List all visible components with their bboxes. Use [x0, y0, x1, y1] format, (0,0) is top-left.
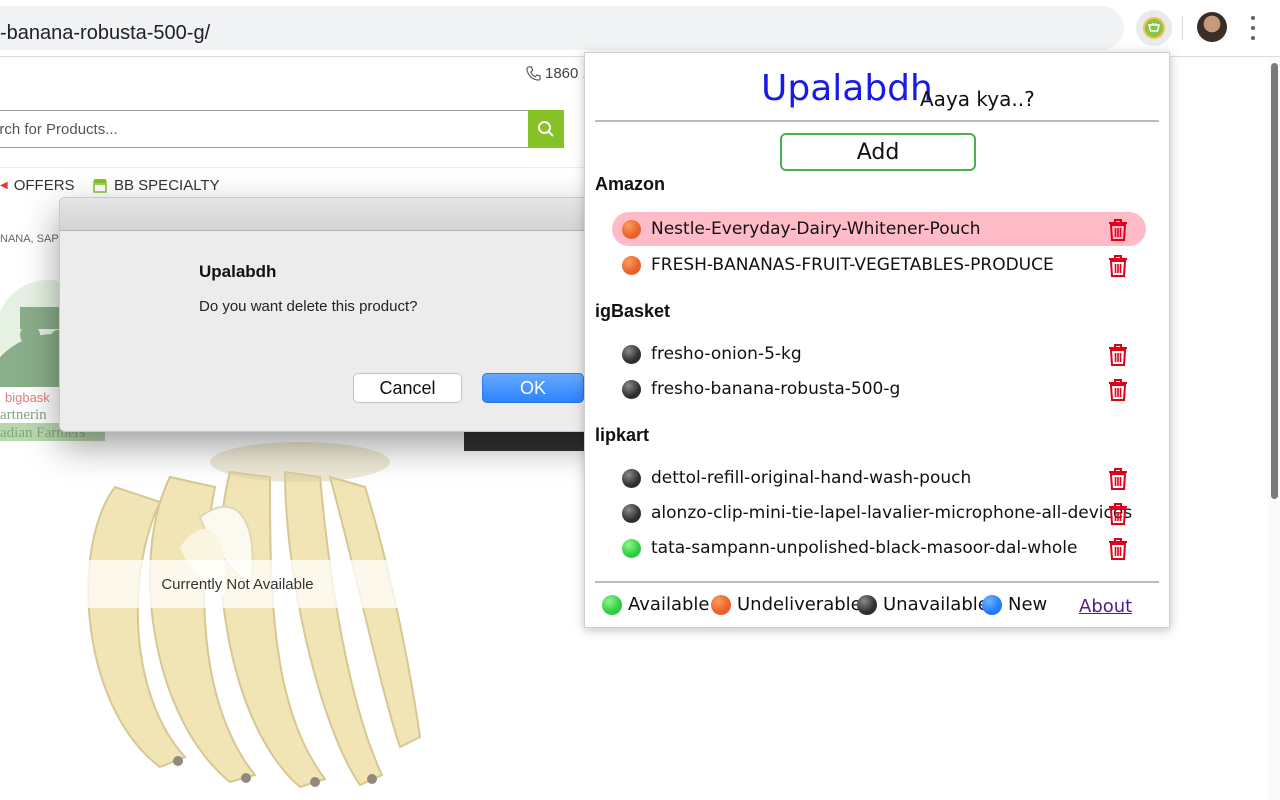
product-label[interactable]: Nestle-Everyday-Dairy-Whitener-Pouch [651, 219, 981, 239]
group-title-flipkart: lipkart [595, 425, 650, 445]
availability-text: Currently Not Available [161, 575, 314, 593]
profile-avatar[interactable] [1197, 12, 1227, 42]
status-unavailable-icon [622, 504, 641, 523]
dialog-message: Do you want delete this product? [199, 298, 418, 315]
product-item[interactable]: fresho-onion-5-kg [612, 337, 1146, 371]
trash-icon[interactable] [1107, 218, 1129, 242]
logo-line-1: artnerin [0, 407, 47, 423]
available-dot-icon [602, 594, 622, 615]
trash-icon[interactable] [1107, 378, 1129, 402]
popup-divider-top [595, 120, 1159, 122]
basket-icon [1143, 17, 1165, 39]
site-search-placeholder: arch for Products... [0, 121, 118, 138]
upalabdh-popup: Upalabdh Aaya kya..? Add Amazon Nestle-E… [584, 52, 1170, 628]
upalabdh-extension-button[interactable] [1136, 10, 1172, 46]
product-item[interactable]: alonzo-clip-mini-tie-lapel-lavalier-micr… [612, 496, 1146, 530]
about-link[interactable]: About [1079, 596, 1132, 617]
legend-undeliverable-label: Undeliverable [737, 594, 862, 615]
nav-bb-specialty-label: BB SPECIALTY [114, 177, 220, 194]
new-dot-icon [982, 594, 1002, 615]
hidden-page-button [464, 430, 586, 451]
availability-banner: Currently Not Available [30, 560, 445, 608]
legend-new-label: New [1008, 594, 1048, 615]
product-label[interactable]: dettol-refill-original-hand-wash-pouch [651, 468, 971, 488]
product-label[interactable]: alonzo-clip-mini-tie-lapel-lavalier-micr… [651, 503, 1132, 523]
dialog-titlebar[interactable] [60, 198, 610, 231]
product-label[interactable]: fresho-banana-robusta-500-g [651, 379, 900, 399]
dialog-title: Upalabdh [199, 262, 277, 281]
popup-divider-bottom [595, 581, 1159, 583]
status-available-icon [622, 539, 641, 558]
trash-icon[interactable] [1107, 467, 1129, 491]
ok-button[interactable]: OK [482, 373, 584, 403]
status-unavailable-icon [622, 380, 641, 399]
legend-available: Available [602, 594, 709, 615]
phone-icon [526, 66, 541, 81]
nav-bb-specialty[interactable]: BB SPECIALTY [92, 177, 220, 194]
group-title-amazon: Amazon [595, 174, 666, 194]
popup-brand: Upalabdh [761, 68, 933, 109]
group-title-bigbasket: igBasket [595, 301, 671, 321]
product-item[interactable]: FRESH-BANANAS-FRUIT-VEGETABLES-PRODUCE [612, 248, 1146, 282]
cancel-button[interactable]: Cancel [353, 373, 462, 403]
undeliverable-dot-icon [711, 594, 731, 615]
legend-new: New [982, 594, 1047, 615]
status-undeliverable-icon [622, 256, 641, 275]
legend-unavailable: Unavailable [857, 594, 989, 615]
product-label[interactable]: fresho-onion-5-kg [651, 344, 802, 364]
logo-brand-text: bigbask [5, 390, 50, 405]
trash-icon[interactable] [1107, 502, 1129, 526]
search-icon [538, 121, 554, 137]
address-bar-url[interactable]: -banana-robusta-500-g/ [0, 22, 210, 45]
legend-available-label: Available [628, 594, 710, 615]
legend-undeliverable: Undeliverable [711, 594, 862, 615]
product-item[interactable]: tata-sampann-unpolished-black-masoor-dal… [612, 531, 1146, 565]
trash-icon[interactable] [1107, 254, 1129, 278]
product-item[interactable]: fresho-banana-robusta-500-g [612, 372, 1146, 406]
browser-toolbar: -banana-robusta-500-g/ [0, 0, 1280, 57]
store-icon [93, 179, 107, 193]
product-item[interactable]: Nestle-Everyday-Dairy-Whitener-Pouch [612, 212, 1146, 246]
status-unavailable-icon [622, 345, 641, 364]
address-bar[interactable]: -banana-robusta-500-g/ [0, 6, 1124, 50]
status-unavailable-icon [622, 469, 641, 488]
product-label[interactable]: tata-sampann-unpolished-black-masoor-dal… [651, 538, 1078, 558]
popup-tagline: Aaya kya..? [920, 87, 1035, 111]
screen: -banana-robusta-500-g/ 1860 1 arch for P… [0, 0, 1280, 800]
trash-icon[interactable] [1107, 343, 1129, 367]
browser-menu-icon[interactable] [1242, 14, 1264, 42]
nav-offers-label: OFFERS [13, 177, 75, 194]
site-search-button[interactable] [528, 110, 564, 148]
add-product-button[interactable]: Add [780, 133, 976, 171]
product-label[interactable]: FRESH-BANANAS-FRUIT-VEGETABLES-PRODUCE [651, 255, 1054, 275]
site-phone: 1860 1 [526, 65, 591, 82]
page-scroll-thumb[interactable] [1271, 63, 1278, 499]
status-undeliverable-icon [622, 220, 641, 239]
product-item[interactable]: dettol-refill-original-hand-wash-pouch [612, 461, 1146, 495]
offers-icon: ◀ [0, 180, 8, 191]
toolbar-separator [1182, 16, 1183, 40]
page-scrollbar[interactable] [1268, 57, 1280, 800]
unavailable-dot-icon [857, 594, 877, 615]
confirm-dialog: Upalabdh Do you want delete this product… [59, 197, 611, 432]
trash-icon[interactable] [1107, 537, 1129, 561]
site-search-input[interactable]: arch for Products... [0, 110, 564, 148]
legend-unavailable-label: Unavailable [883, 594, 989, 615]
nav-offers[interactable]: ◀ OFFERS [0, 177, 75, 194]
